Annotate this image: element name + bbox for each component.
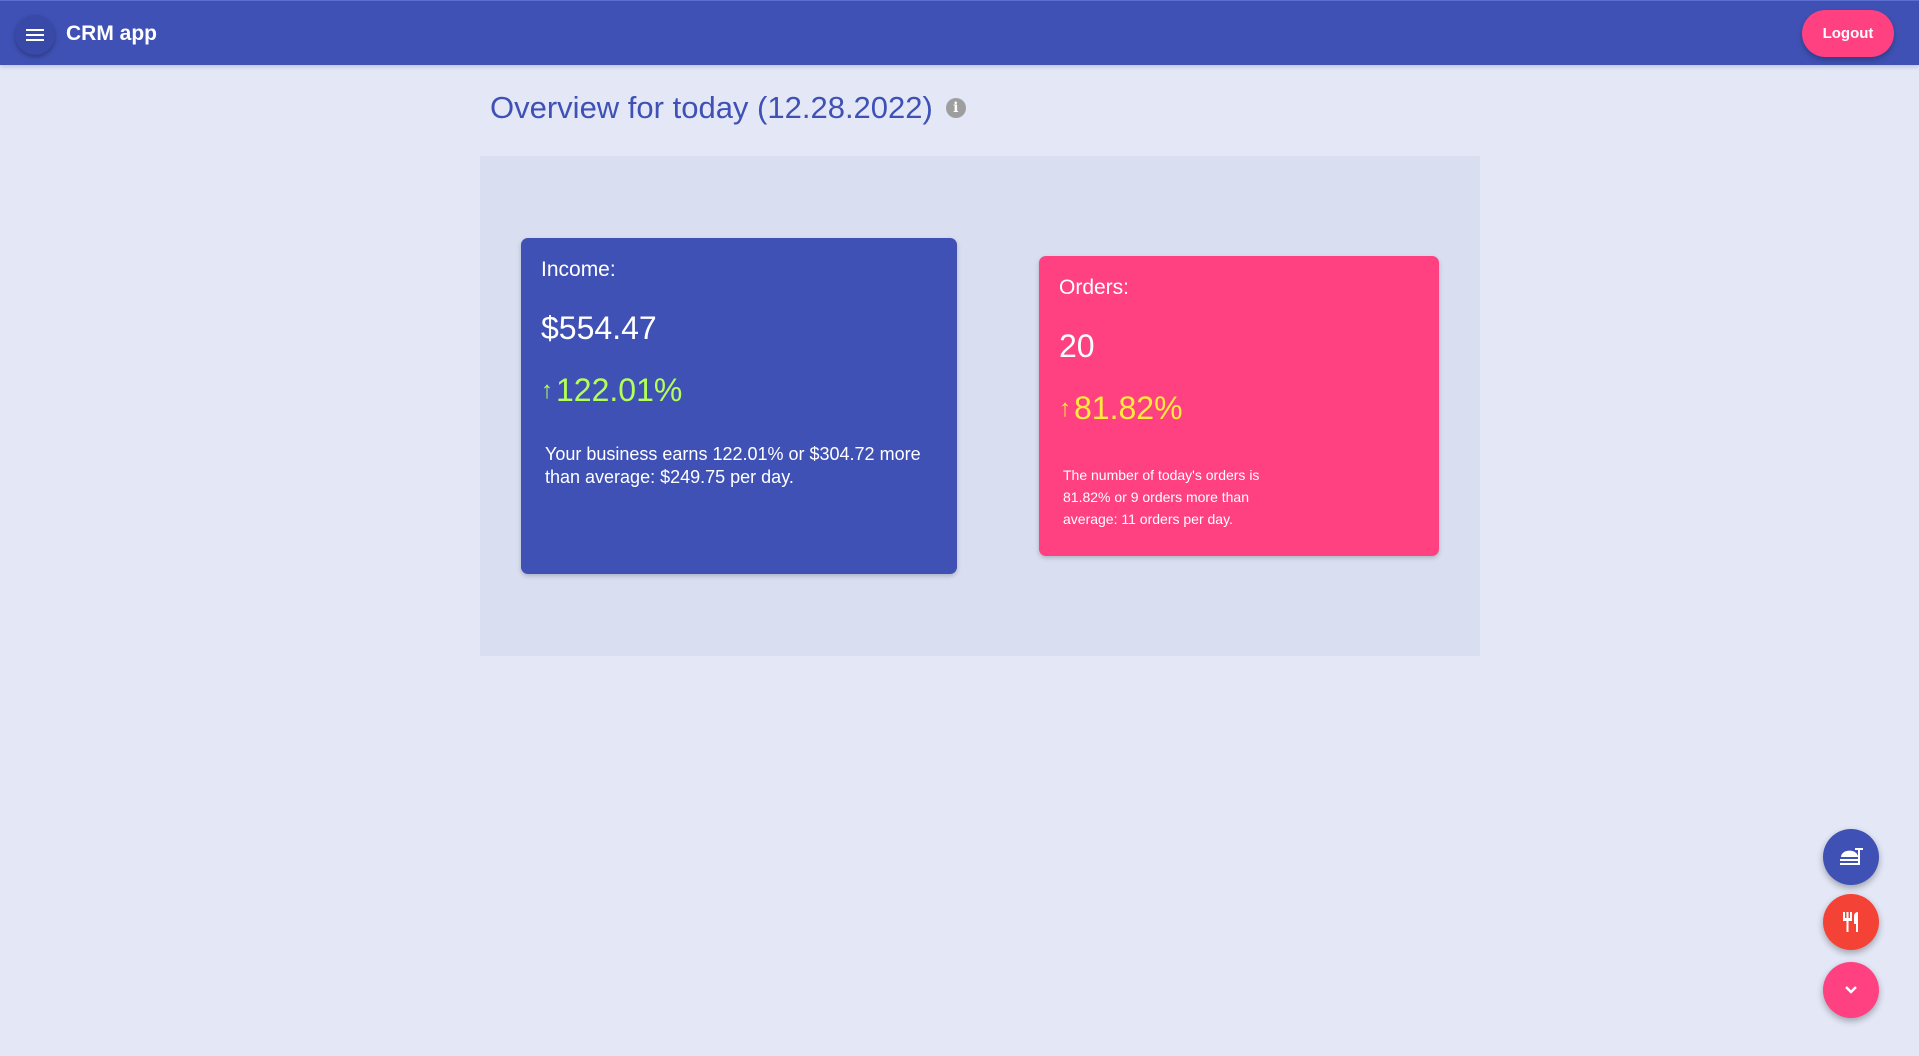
page-title: Overview for today (12.28.2022) [490,90,933,125]
app-title: CRM app [66,22,157,45]
arrow-up-icon: ↑ [1059,394,1071,422]
menu-button[interactable] [15,15,55,55]
orders-description: The number of today's orders is 81.82% o… [1063,467,1260,527]
income-change-value: 122.01% [556,372,683,408]
fastfood-icon [1840,848,1863,865]
fab-orders-button[interactable] [1823,829,1879,885]
chevron-down-icon [1845,986,1857,994]
orders-change-value: 81.82% [1074,390,1183,426]
income-label: Income: [541,258,616,281]
income-card: Income: $554.47 ↑ 122.01% Your business … [521,238,957,574]
income-change: ↑ 122.01% [541,372,682,409]
restaurant-icon [1843,912,1858,932]
fab-categories-button[interactable] [1823,894,1879,950]
income-value: $554.47 [541,310,657,346]
orders-value: 20 [1059,328,1095,364]
logout-button[interactable]: Logout [1802,10,1894,57]
orders-card: Orders: 20 ↑ 81.82% The number of today'… [1039,256,1439,556]
orders-change: ↑ 81.82% [1059,390,1183,427]
info-icon[interactable]: i [945,98,966,118]
income-description: Your business earns 122.01% or $304.72 m… [545,444,921,487]
menu-icon [26,29,44,41]
arrow-up-icon: ↑ [541,376,553,404]
orders-label: Orders: [1059,276,1130,299]
top-app-bar: CRM app Logout [0,0,1919,65]
page-heading: Overview for today (12.28.2022) i [490,90,966,126]
fab-toggle-button[interactable] [1823,962,1879,1018]
